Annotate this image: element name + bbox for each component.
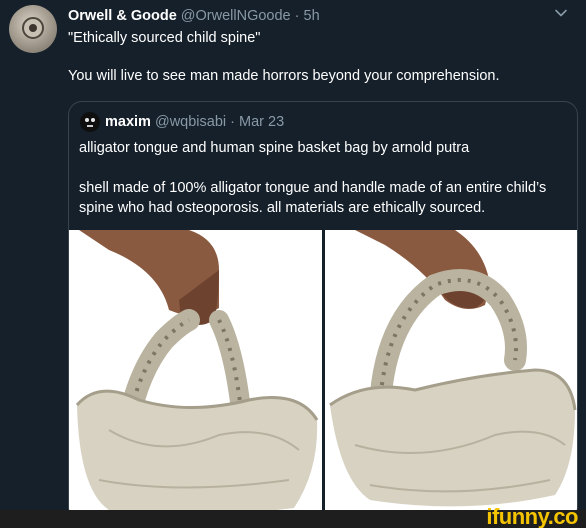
avatar-eye — [91, 118, 95, 122]
avatar-mouth — [87, 125, 93, 127]
avatar-center — [29, 24, 37, 32]
photo-bag-front[interactable] — [69, 230, 322, 520]
tweet-text-line2: You will live to see man made horrors be… — [68, 68, 500, 84]
avatar[interactable] — [9, 5, 57, 53]
footer-bar: ifunny.co — [0, 504, 586, 528]
ifunny-watermark: ifunny.co — [486, 504, 578, 528]
quoted-handle[interactable]: @wqbisabi — [155, 114, 226, 130]
tweet-card[interactable]: Orwell & Goode @OrwellNGoode · 5h "Ethic… — [0, 0, 586, 521]
separator: · — [230, 114, 235, 130]
quoted-date: Mar 23 — [239, 114, 285, 130]
chevron-down-icon[interactable] — [554, 6, 568, 20]
separator: · — [294, 8, 300, 24]
quoted-tweet[interactable]: maxim @wqbisabi · Mar 23 alligator tongu… — [68, 101, 578, 521]
quoted-text-line2: shell made of 100% alligator tongue and … — [79, 180, 547, 216]
media-grid — [69, 230, 577, 520]
tweet-text-line1: "Ethically sourced child spine" — [68, 30, 261, 46]
avatar-eye — [85, 118, 89, 122]
tweet-header: Orwell & Goode @OrwellNGoode · 5h — [68, 7, 320, 25]
bag-photo-left-image — [69, 230, 322, 520]
quoted-text-line1: alligator tongue and human spine basket … — [79, 140, 470, 156]
quoted-avatar[interactable] — [80, 112, 100, 132]
display-name[interactable]: Orwell & Goode — [68, 8, 177, 24]
quoted-header: maxim @wqbisabi · Mar 23 — [105, 113, 284, 131]
user-handle[interactable]: @OrwellNGoode — [181, 8, 291, 24]
bag-photo-right-image — [325, 230, 577, 520]
timestamp[interactable]: 5h — [304, 8, 320, 24]
quoted-display-name[interactable]: maxim — [105, 114, 151, 130]
photo-bag-side[interactable] — [325, 230, 577, 520]
